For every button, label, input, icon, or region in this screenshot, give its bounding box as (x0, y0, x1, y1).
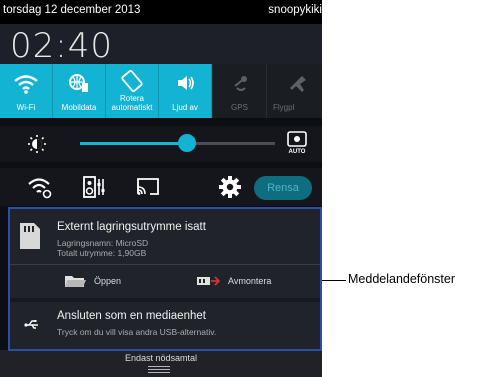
tile-label: Wi-Fi (16, 103, 36, 112)
clock: 02:40 (10, 26, 113, 66)
brightness-row: AUTO (0, 126, 322, 162)
brightness-slider[interactable] (80, 134, 275, 152)
tile-sound-off[interactable]: Ljud av (159, 64, 212, 118)
callout-line (322, 280, 346, 281)
tile-label: Mobildata (61, 103, 97, 112)
tile-label: Rotera automatiskt (111, 94, 153, 112)
gps-icon (233, 76, 247, 91)
status-bar: torsdag 12 december 2013 snoopykiki (0, 0, 322, 24)
sound-off-icon (178, 76, 194, 90)
settings-gear-icon[interactable] (216, 174, 244, 200)
wifi-settings-icon[interactable] (26, 174, 54, 200)
wifi-icon (14, 75, 38, 94)
emergency-label: Endast nödsamtal (124, 353, 198, 363)
status-date: torsdag 12 december 2013 (3, 4, 141, 16)
screen-cast-icon[interactable] (134, 174, 162, 200)
tile-label: Ljud av (172, 103, 198, 112)
slider-knob[interactable] (178, 134, 197, 152)
drag-handle[interactable] (148, 366, 170, 375)
slider-fill (80, 142, 188, 145)
status-user: snoopykiki (268, 4, 322, 16)
tile-wifi[interactable]: Wi-Fi (0, 64, 53, 118)
toolbar-row: Rensa (0, 168, 322, 206)
notification-panel-highlight (8, 207, 322, 351)
rotate-icon (121, 69, 143, 93)
svg-text:AUTO: AUTO (289, 149, 306, 155)
callout-label: Meddelandefönster (348, 272, 456, 286)
tile-auto-rotate[interactable]: Rotera automatiskt (106, 64, 159, 118)
quick-settings-tiles: Wi-Fi Mobildata Rotera automatiskt Ljud … (0, 64, 322, 118)
brightness-icon (28, 135, 46, 153)
auto-brightness-icon[interactable]: AUTO (286, 131, 308, 155)
airplane-icon (289, 76, 306, 92)
tile-mobile-data[interactable]: Mobildata (53, 64, 106, 118)
audio-wizard-icon[interactable] (80, 174, 108, 200)
tile-airplane[interactable]: Flygpl (266, 64, 322, 118)
clear-button[interactable]: Rensa (254, 176, 312, 200)
tile-gps[interactable]: GPS (212, 64, 266, 118)
tile-label: Flygpl (273, 103, 295, 112)
mobile-data-icon (69, 74, 88, 92)
tile-label: GPS (231, 103, 248, 112)
